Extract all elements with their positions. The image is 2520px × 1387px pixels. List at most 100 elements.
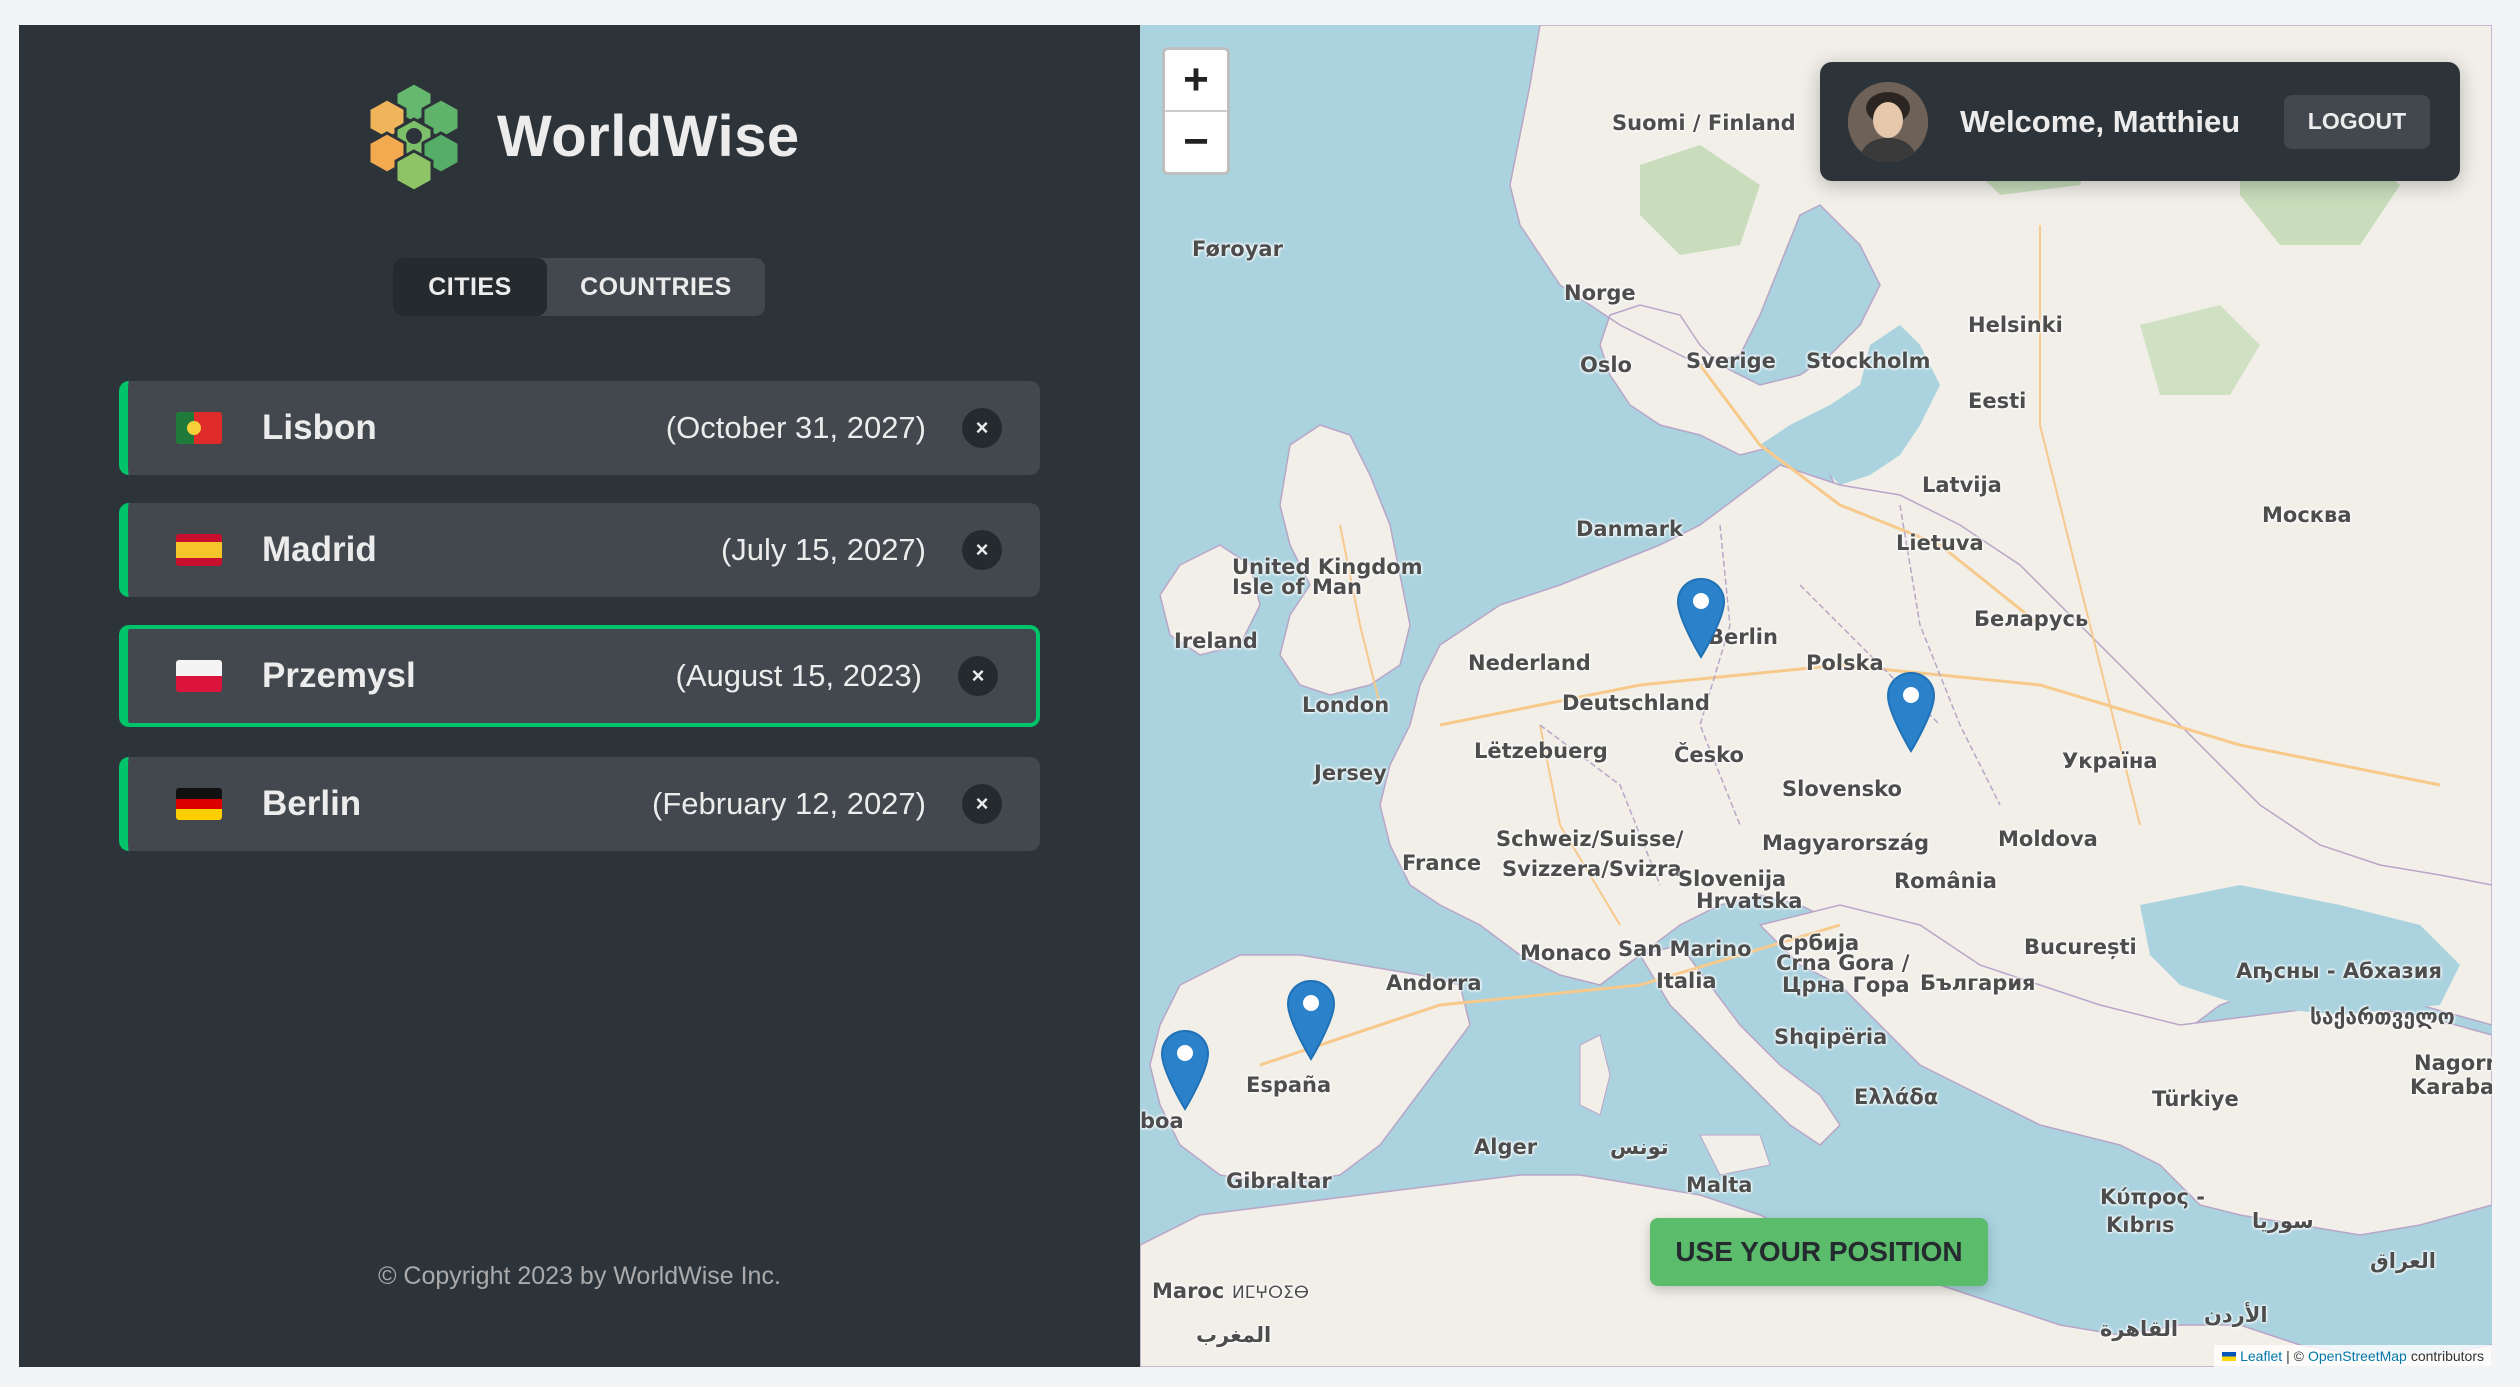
map-label: Latvija: [1922, 473, 2002, 497]
app: WorldWise CITIES COUNTRIES Lisbon (Octob…: [19, 25, 2492, 1367]
map-label: Helsinki: [1968, 313, 2063, 337]
city-name: Lisbon: [262, 408, 377, 447]
map-label: ⵍⵎⵖⵔⵉⴱ: [1232, 1283, 1309, 1303]
map-label: Gibraltar: [1226, 1169, 1332, 1193]
map-label: Malta: [1686, 1173, 1753, 1197]
map-label: Suomi / Finland: [1612, 111, 1796, 135]
logo[interactable]: WorldWise: [359, 81, 800, 191]
map-label: المغرب: [1196, 1323, 1272, 1347]
map-label: Slovenija: [1678, 867, 1787, 891]
map-label: Україна: [2062, 749, 2158, 773]
map-label: Црна Гора: [1782, 973, 1910, 997]
city-name: Przemysl: [262, 656, 416, 695]
germany-flag-icon: [176, 788, 222, 820]
delete-city-button[interactable]: ×: [962, 784, 1002, 824]
map-label: Türkiye: [2152, 1087, 2239, 1111]
map-label: Москва: [2262, 503, 2352, 527]
leaflet-link[interactable]: Leaflet: [2240, 1348, 2282, 1364]
map-label: San Marino: [1618, 937, 1752, 961]
map-label: Norge: [1564, 281, 1636, 305]
map-label: Аҧсны - Абхазия: [2236, 959, 2442, 983]
map-marker-madrid[interactable]: [1286, 979, 1336, 1061]
map-label: Jersey: [1314, 761, 1387, 785]
sidebar: WorldWise CITIES COUNTRIES Lisbon (Octob…: [19, 25, 1140, 1367]
zoom-out-button[interactable]: −: [1165, 112, 1227, 172]
openstreetmap-link[interactable]: OpenStreetMap: [2308, 1348, 2407, 1364]
map-label: Oslo: [1580, 353, 1632, 377]
map-label: Česko: [1674, 743, 1744, 767]
city-item-lisbon[interactable]: Lisbon (October 31, 2027) ×: [119, 381, 1040, 475]
map-marker-berlin[interactable]: [1676, 577, 1726, 659]
city-name: Madrid: [262, 530, 377, 569]
city-date: (February 12, 2027): [652, 786, 926, 821]
map-label: Isle of Man: [1232, 575, 1362, 599]
map-label: Føroyar: [1192, 237, 1283, 261]
zoom-in-button[interactable]: +: [1165, 50, 1227, 112]
map-label: الأردن: [2204, 1303, 2268, 1327]
map-label: România: [1894, 869, 1997, 893]
map-label: Monaco: [1520, 941, 1612, 965]
delete-city-button[interactable]: ×: [958, 656, 998, 696]
map[interactable]: Suomi / Finland Føroyar Norge Oslo Sveri…: [1140, 25, 2492, 1367]
attribution-suffix: contributors: [2410, 1348, 2484, 1364]
map-label: Polska: [1806, 651, 1884, 675]
map-label: Svizzera/Svizra: [1502, 857, 1682, 881]
map-label: سوريا: [2252, 1209, 2314, 1233]
city-item-berlin[interactable]: Berlin (February 12, 2027) ×: [119, 757, 1040, 851]
app-name: WorldWise: [497, 103, 800, 169]
map-label: España: [1246, 1073, 1332, 1097]
map-label: Moldova: [1998, 827, 2098, 851]
attribution-separator: | ©: [2286, 1348, 2304, 1364]
map-label: Kıbrıs: [2106, 1213, 2175, 1237]
city-date: (August 15, 2023): [675, 658, 922, 693]
map-label: Andorra: [1386, 971, 1482, 995]
city-date: (October 31, 2027): [665, 410, 926, 445]
map-label: القاهرة: [2100, 1317, 2179, 1341]
map-label: Slovensko: [1782, 777, 1902, 801]
map-label: boa: [1140, 1109, 1184, 1133]
map-label: Lëtzebuerg: [1474, 739, 1608, 763]
map-label: Stockholm: [1806, 349, 1931, 373]
map-marker-lisbon[interactable]: [1160, 1029, 1210, 1111]
map-label: London: [1302, 693, 1390, 717]
map-label: Deutschland: [1562, 691, 1710, 715]
map-label: Беларусь: [1974, 607, 2089, 631]
map-label: France: [1402, 851, 1482, 875]
map-label: Eesti: [1968, 389, 2027, 413]
user-avatar-icon: [1848, 81, 1928, 162]
map-label: Sverige: [1686, 349, 1776, 373]
city-item-madrid[interactable]: Madrid (July 15, 2027) ×: [119, 503, 1040, 597]
map-label: Alger: [1474, 1135, 1538, 1159]
map-label: Hrvatska: [1696, 889, 1803, 913]
map-label: Nederland: [1468, 651, 1591, 675]
use-position-button[interactable]: USE YOUR POSITION: [1650, 1218, 1988, 1286]
map-label: Crna Gora /: [1776, 951, 1910, 975]
map-label: Nagorn: [2414, 1051, 2492, 1075]
user-panel: Welcome, Matthieu LOGOUT: [1820, 62, 2460, 181]
city-item-przemysl[interactable]: Przemysl (August 15, 2023) ×: [119, 625, 1040, 727]
map-label: Maroc: [1152, 1279, 1225, 1303]
zoom-control: + −: [1162, 47, 1230, 175]
logout-button[interactable]: LOGOUT: [2284, 94, 2430, 149]
city-country-tabs: CITIES COUNTRIES: [393, 258, 765, 316]
map-label: Magyarország: [1762, 831, 1930, 855]
city-name: Berlin: [262, 784, 362, 823]
ukraine-flag-icon: [2222, 1351, 2237, 1361]
map-label: Karabak: [2410, 1075, 2492, 1099]
welcome-text: Welcome, Matthieu: [1960, 103, 2241, 139]
map-marker-przemysl[interactable]: [1886, 671, 1936, 753]
delete-city-button[interactable]: ×: [962, 530, 1002, 570]
map-label: България: [1920, 971, 2036, 995]
tab-countries[interactable]: COUNTRIES: [547, 258, 765, 316]
map-attribution: Leaflet | © OpenStreetMap contributors: [2214, 1345, 2492, 1367]
tab-cities[interactable]: CITIES: [393, 258, 547, 316]
map-label: Italia: [1656, 969, 1717, 993]
map-label: București: [2024, 935, 2137, 959]
spain-flag-icon: [176, 534, 222, 566]
map-label: Lietuva: [1896, 531, 1984, 555]
map-label: Shqipëria: [1774, 1025, 1888, 1049]
map-label: Ireland: [1174, 629, 1258, 653]
map-label: تونس: [1610, 1135, 1669, 1159]
delete-city-button[interactable]: ×: [962, 408, 1002, 448]
city-date: (July 15, 2027): [720, 532, 926, 567]
